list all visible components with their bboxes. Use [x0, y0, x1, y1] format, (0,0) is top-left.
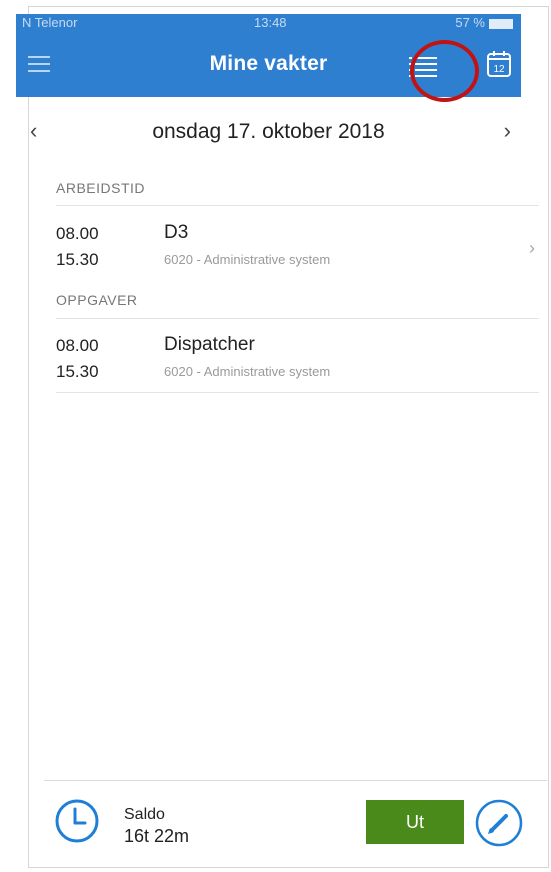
calendar-day: 12 — [493, 64, 505, 75]
date-navigator: ‹ onsdag 17. oktober 2018 › — [16, 110, 521, 154]
clock-out-button[interactable]: Ut — [366, 800, 464, 844]
section-label-tasks: OPPGAVER — [56, 292, 138, 308]
section-label-work-time: ARBEIDSTID — [56, 180, 146, 196]
highlight-annotation-circle — [410, 40, 479, 102]
footer-divider — [44, 780, 547, 781]
carrier-label: N Telenor — [22, 15, 78, 30]
shift-description: 6020 - Administrative system — [164, 252, 331, 267]
calendar-icon[interactable]: 12 — [486, 50, 512, 78]
status-time: 13:48 — [254, 15, 287, 30]
shift-name: D3 — [164, 222, 189, 243]
task-row[interactable]: 08.00 15.30 Dispatcher 6020 - Administra… — [56, 326, 539, 396]
task-description: 6020 - Administrative system — [164, 364, 331, 379]
battery-percent: 57 % — [455, 15, 485, 30]
status-bar: N Telenor 13:48 57 % — [16, 14, 521, 32]
current-date: onsdag 17. oktober 2018 — [152, 120, 385, 143]
shift-start-time: 08.00 — [56, 224, 99, 243]
clock-icon[interactable] — [54, 798, 100, 844]
divider — [56, 392, 539, 393]
task-end-time: 15.30 — [56, 362, 99, 381]
battery-icon — [489, 18, 513, 29]
chevron-right-icon: › — [529, 238, 535, 258]
divider — [56, 318, 539, 319]
pencil-icon[interactable] — [474, 798, 524, 848]
next-day-button[interactable]: › — [504, 118, 511, 144]
saldo-label: Saldo — [124, 806, 165, 823]
shift-end-time: 15.30 — [56, 250, 99, 269]
task-name: Dispatcher — [164, 334, 255, 355]
saldo-value: 16t 22m — [124, 826, 190, 846]
shift-row-work-time[interactable]: 08.00 15.30 D3 6020 - Administrative sys… — [56, 214, 539, 284]
divider — [56, 205, 539, 206]
task-start-time: 08.00 — [56, 336, 99, 355]
battery-indicator: 57 % — [455, 15, 513, 30]
